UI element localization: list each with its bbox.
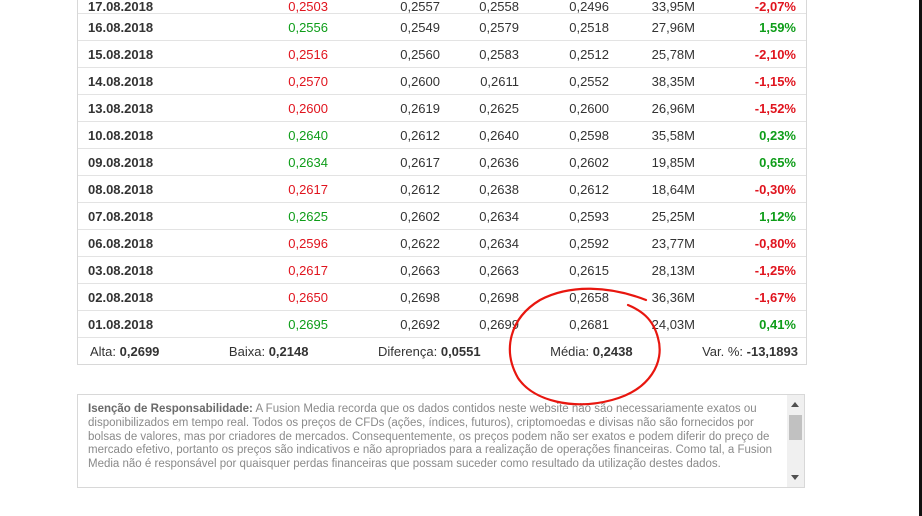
hand-drawn-circle [508,287,661,406]
red-circle-annotation [508,287,661,406]
